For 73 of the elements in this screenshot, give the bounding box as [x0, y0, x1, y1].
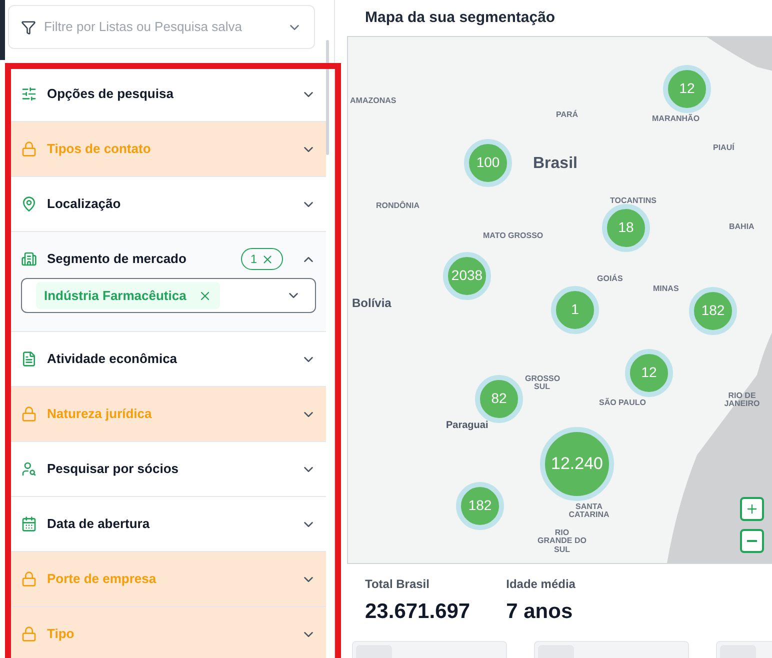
cluster-marker[interactable]: 100: [464, 138, 512, 186]
cluster-marker[interactable]: 12.240: [540, 426, 614, 500]
zoom-out-button[interactable]: [740, 528, 764, 552]
filter-icon: [21, 20, 36, 34]
section-title: Natureza jurídica: [47, 405, 153, 424]
section-header[interactable]: Data de abertura: [11, 497, 326, 551]
place-label: GROSSO SUL: [525, 374, 559, 392]
minus-icon: [747, 540, 757, 542]
place-label: SANTA CATARINA: [568, 502, 610, 520]
segment-dropdown[interactable]: Indústria Farmacêutica: [21, 278, 316, 313]
plus-icon: [745, 502, 759, 516]
cluster-marker[interactable]: 18: [602, 204, 650, 252]
stat-label: Total Brasil: [365, 576, 430, 592]
section-header[interactable]: Opções de pesquisa: [11, 67, 326, 121]
section-title: Segmento de mercado: [47, 250, 188, 268]
place-label: BAHIA: [729, 222, 754, 232]
cluster-marker[interactable]: 82: [475, 374, 523, 422]
section-title: Localização: [47, 195, 122, 214]
section-header[interactable]: Localização: [11, 177, 326, 231]
lock-icon: [21, 141, 37, 157]
document-icon: [21, 351, 37, 367]
section-header[interactable]: Atividade econômica: [11, 332, 326, 386]
section-header[interactable]: Tipo: [11, 607, 326, 658]
section-header[interactable]: Pesquisar por sócios: [11, 442, 326, 496]
user-search-icon: [21, 461, 37, 477]
lock-icon: [21, 626, 37, 642]
filter-placeholder: Filtre por Listas ou Pesquisa salva: [44, 18, 243, 36]
building-icon: [21, 251, 37, 267]
place-label: GOIÁS: [597, 274, 623, 284]
place-label: PARÁ: [556, 110, 578, 120]
close-icon: [261, 252, 274, 266]
place-label: SÃO PAULO: [599, 398, 646, 408]
cluster-marker[interactable]: 182: [689, 286, 737, 334]
section-title: Tipos de contato: [47, 140, 152, 158]
stat-label: Idade média: [506, 576, 576, 592]
section-header[interactable]: Natureza jurídica: [11, 387, 326, 441]
section-title: Atividade econômica: [47, 350, 178, 368]
cluster-marker[interactable]: 182: [456, 482, 504, 530]
zoom-in-button[interactable]: [740, 496, 764, 520]
place-label: Bolívia: [352, 296, 392, 310]
place-label: RONDÔNIA: [376, 202, 420, 210]
cluster-marker[interactable]: 1: [551, 286, 599, 334]
sliders-icon: [21, 86, 37, 102]
stat-value: 7 anos: [506, 598, 574, 624]
count-badge[interactable]: 1: [241, 248, 283, 270]
section-title: Porte de empresa: [47, 570, 158, 588]
map-title: Mapa da sua segmentação: [365, 8, 556, 28]
stat-value: 23.671.697: [365, 598, 470, 624]
place-label: PIAUÍ: [713, 144, 734, 152]
map-pin-icon: [21, 196, 37, 212]
filter-dropdown[interactable]: Filtre por Listas ou Pesquisa salva: [8, 5, 315, 49]
place-label: MARANHÃO: [652, 114, 700, 124]
cluster-marker[interactable]: 2038: [443, 252, 491, 300]
lock-icon: [21, 406, 37, 422]
place-label: Paraguai: [446, 420, 488, 430]
calendar-icon: [21, 516, 37, 532]
section-header[interactable]: Porte de empresa: [11, 552, 326, 606]
place-label: TOCANTINS: [610, 196, 657, 206]
section-title: Pesquisar por sócios: [47, 460, 180, 478]
lock-icon: [21, 571, 37, 587]
place-label: RIO GRANDE DO SUL: [537, 528, 587, 555]
cluster-marker[interactable]: 12: [663, 64, 711, 112]
section-header[interactable]: Tipos de contato: [11, 122, 326, 176]
place-label: AMAZONAS: [350, 96, 396, 106]
selected-tag[interactable]: Indústria Farmacêutica: [36, 282, 220, 310]
section-title: Data de abertura: [47, 515, 151, 534]
section-title: Tipo: [47, 625, 76, 644]
place-label: MINAS: [653, 284, 679, 294]
place-label: MATO GROSSO: [483, 232, 544, 240]
cluster-marker[interactable]: 12: [625, 348, 673, 396]
place-label: Brasil: [533, 154, 578, 172]
section-title: Opções de pesquisa: [47, 85, 174, 104]
place-label: RIO DE JANEIRO: [724, 392, 760, 410]
